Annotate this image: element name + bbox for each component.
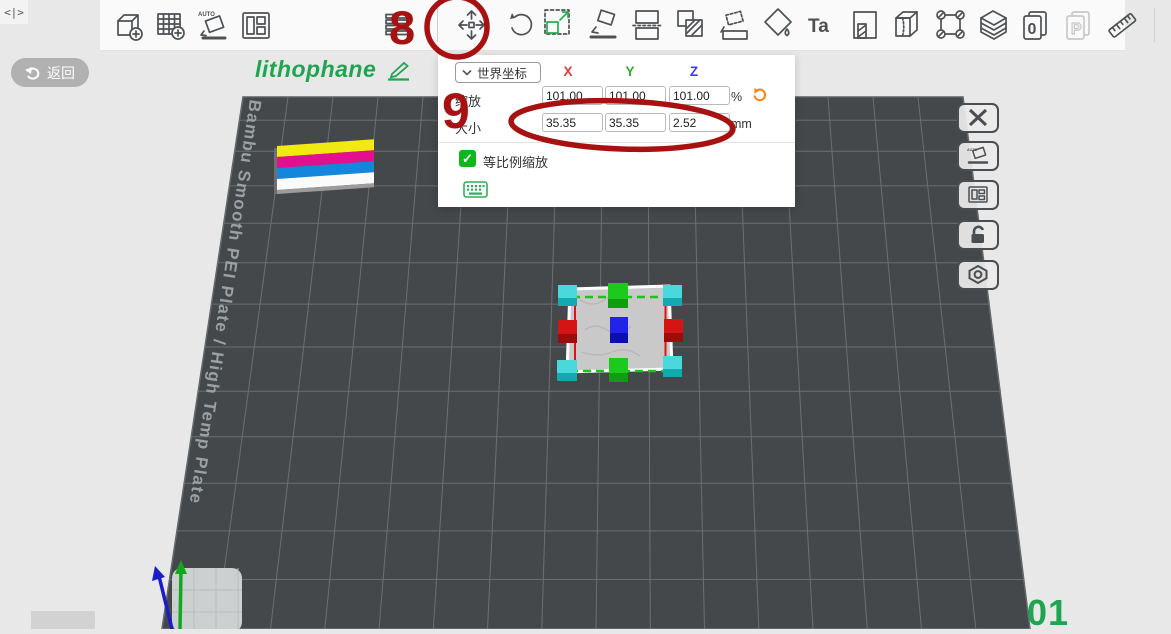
move-icon xyxy=(454,5,488,45)
arrange-plate-button[interactable] xyxy=(957,180,999,210)
edit-pencil-icon[interactable] xyxy=(384,59,412,81)
scale-row-label: 缩放 xyxy=(455,91,481,110)
text-icon: Ta xyxy=(804,5,838,45)
tool-mesh-boolean[interactable] xyxy=(673,5,707,45)
back-label: 返回 xyxy=(47,63,75,83)
scale-unit: % xyxy=(731,90,742,104)
gizmo-center-handle[interactable] xyxy=(610,317,628,343)
support-icon xyxy=(933,5,967,45)
auto-orient-plate-icon: AUTO xyxy=(966,146,990,166)
plate-number: 01 xyxy=(1027,592,1069,634)
arrange-icon xyxy=(239,5,273,45)
tool-add-plate[interactable] xyxy=(154,5,188,45)
scale-icon xyxy=(540,5,574,45)
tool-support[interactable] xyxy=(933,5,967,45)
add-object-icon xyxy=(113,5,147,45)
tool-scale[interactable] xyxy=(540,5,574,45)
cut-icon xyxy=(630,5,664,45)
sidebar-toggle-glyph: <|> xyxy=(4,6,24,19)
tool-support-paint[interactable] xyxy=(718,5,752,45)
size-row-label: 大小 xyxy=(455,118,481,137)
tool-cut[interactable] xyxy=(630,5,664,45)
color-paint-icon xyxy=(761,5,795,45)
tool-auto-orient[interactable]: AUTO xyxy=(197,5,231,45)
modifier-icon xyxy=(848,5,882,45)
axis-x-header: X xyxy=(553,64,583,79)
letter-pages-icon: P xyxy=(1061,5,1095,45)
panel-divider xyxy=(438,142,795,143)
support-paint-icon xyxy=(718,5,752,45)
svg-text:P: P xyxy=(1071,21,1082,38)
measure-icon xyxy=(1105,5,1139,45)
size-unit: mm xyxy=(731,117,752,131)
svg-text:0: 0 xyxy=(1028,21,1037,38)
tool-lay-on-face[interactable] xyxy=(586,5,620,45)
selected-model[interactable] xyxy=(557,283,683,382)
tool-number-pages[interactable]: 0 xyxy=(1018,5,1052,45)
keyboard-icon[interactable] xyxy=(463,181,488,198)
number-pages-icon: 0 xyxy=(1018,5,1052,45)
tool-move[interactable] xyxy=(454,5,488,45)
bottom-left-panel-fragment xyxy=(31,611,95,629)
chevron-down-icon xyxy=(462,69,472,76)
uniform-scale-checkbox[interactable]: ✓ xyxy=(459,150,476,167)
auto-orient-plate-button[interactable]: AUTO xyxy=(957,141,999,171)
uniform-scale-label: 等比例缩放 xyxy=(483,152,548,171)
project-name: lithophane xyxy=(255,56,376,83)
tool-rotate[interactable] xyxy=(505,5,539,45)
tool-add-object[interactable] xyxy=(113,5,147,45)
size-y-input[interactable] xyxy=(605,113,666,132)
size-z-input[interactable] xyxy=(669,113,730,132)
lay-on-face-icon xyxy=(586,5,620,45)
sidebar-toggle[interactable]: <|> xyxy=(0,0,28,24)
lock-open-icon xyxy=(966,225,990,245)
arrange-plate-icon xyxy=(966,185,990,205)
back-arrow-icon xyxy=(25,66,41,80)
rotate-icon xyxy=(505,5,539,45)
slicer-app: Bambu Smooth PEI Plate / High Temp Plate xyxy=(0,0,1171,629)
striped-calibration-object[interactable] xyxy=(274,139,374,194)
tool-seam[interactable] xyxy=(889,5,923,45)
tool-measure[interactable] xyxy=(1105,5,1139,45)
tool-color-paint[interactable] xyxy=(761,5,795,45)
tool-assembly[interactable] xyxy=(1166,5,1171,45)
svg-text:AUTO: AUTO xyxy=(198,12,215,18)
axis-z-header: Z xyxy=(679,64,709,79)
seam-icon xyxy=(889,5,923,45)
tool-modifier[interactable] xyxy=(848,5,882,45)
variable-layer-icon xyxy=(976,5,1010,45)
scale-z-input[interactable] xyxy=(669,86,730,105)
back-button[interactable]: 返回 xyxy=(11,58,89,87)
add-plate-icon xyxy=(154,5,188,45)
assembly-icon xyxy=(1166,5,1171,45)
scale-panel: 世界坐标 X Y Z 缩放 % 大小 mm ✓ 等比例缩放 xyxy=(438,55,795,207)
main-toolbar: AUTO Ta 0 P xyxy=(100,0,1125,51)
auto-orient-icon: AUTO xyxy=(197,5,231,45)
scale-y-input[interactable] xyxy=(605,86,666,105)
tool-arrange[interactable] xyxy=(239,5,273,45)
tool-letter-pages[interactable]: P xyxy=(1061,5,1095,45)
plate-settings-button[interactable] xyxy=(957,260,999,290)
scale-x-input[interactable] xyxy=(542,86,603,105)
project-title: lithophane xyxy=(255,56,412,83)
lock-plate-button[interactable] xyxy=(957,220,999,250)
toolbar-divider xyxy=(1154,8,1155,42)
svg-text:Ta: Ta xyxy=(808,16,829,37)
tool-text[interactable]: Ta xyxy=(804,5,838,45)
tool-object-list[interactable] xyxy=(380,5,414,45)
mesh-boolean-icon xyxy=(673,5,707,45)
close-icon xyxy=(966,108,990,128)
delete-plate-button[interactable] xyxy=(957,103,999,133)
coord-system-dropdown[interactable]: 世界坐标 xyxy=(455,62,541,83)
toolbar-divider xyxy=(437,8,438,42)
reset-scale-icon[interactable] xyxy=(751,86,768,103)
size-x-input[interactable] xyxy=(542,113,603,132)
nut-settings-icon xyxy=(966,264,990,286)
coord-system-label: 世界坐标 xyxy=(477,63,527,82)
axis-y-header: Y xyxy=(615,64,645,79)
object-list-icon xyxy=(380,5,414,45)
check-icon: ✓ xyxy=(462,151,473,167)
tool-variable-layer[interactable] xyxy=(976,5,1010,45)
